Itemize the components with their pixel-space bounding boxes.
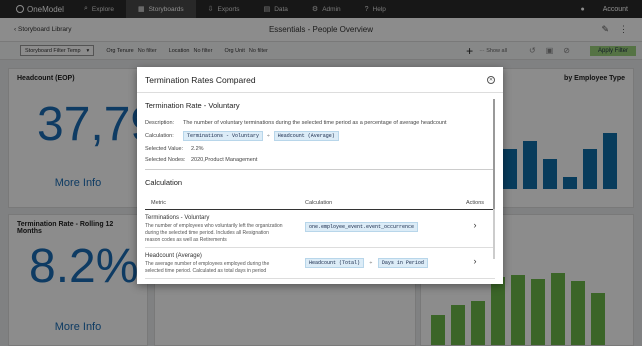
chevron-right-icon[interactable]: ›	[474, 256, 477, 266]
metric-name: Headcount (Average)	[145, 253, 202, 259]
selected-nodes: 2020,Product Management	[191, 157, 258, 163]
description-text: The number of voluntary terminations dur…	[183, 120, 447, 126]
selected-nodes-row: Selected Nodes: 2020,Product Management	[145, 157, 258, 163]
description-row: Description: The number of voluntary ter…	[145, 120, 447, 126]
modal-header: Termination Rates Compared ✕	[137, 67, 503, 93]
close-icon[interactable]: ✕	[487, 75, 495, 84]
calculation-row: Calculation: Terminations - Voluntary ÷ …	[145, 131, 495, 141]
divide-operator: ÷	[267, 133, 270, 139]
termination-rates-modal: Termination Rates Compared ✕ Termination…	[137, 67, 503, 284]
selected-value: 2.2%	[191, 146, 204, 152]
calc-chip[interactable]: one.employee_event.event_occurrence	[305, 222, 419, 232]
table-row: Headcount (Average) The average number o…	[145, 247, 495, 279]
modal-body: Termination Rate - Voluntary Description…	[137, 93, 503, 284]
calculation-table: Metric Calculation Actions Terminations …	[145, 197, 495, 279]
calc-chip[interactable]: Headcount (Total)	[305, 258, 365, 268]
selected-value-row: Selected Value: 2.2%	[145, 146, 204, 152]
divider	[145, 169, 495, 170]
metric-description: The average number of employees employed…	[145, 261, 270, 274]
metric-description: The number of employees who voluntarily …	[145, 223, 283, 243]
metric-name: Terminations - Voluntary	[145, 215, 210, 221]
modal-scrollbar[interactable]	[493, 99, 495, 259]
table-header: Metric Calculation Actions	[145, 197, 495, 210]
modal-title: Termination Rates Compared	[145, 74, 256, 85]
calc-chip[interactable]: Headcount (Average)	[273, 131, 339, 141]
metric-heading: Termination Rate - Voluntary	[145, 101, 240, 110]
scrollbar-thumb[interactable]	[493, 99, 495, 209]
divide-operator: ÷	[369, 260, 373, 266]
calc-chip[interactable]: Days in Period	[377, 258, 428, 268]
chevron-right-icon[interactable]: ›	[474, 220, 477, 230]
table-row: Terminations - Voluntary The number of e…	[145, 209, 495, 248]
calc-chip[interactable]: Terminations - Voluntary	[183, 131, 264, 141]
calculation-heading: Calculation	[145, 178, 183, 187]
